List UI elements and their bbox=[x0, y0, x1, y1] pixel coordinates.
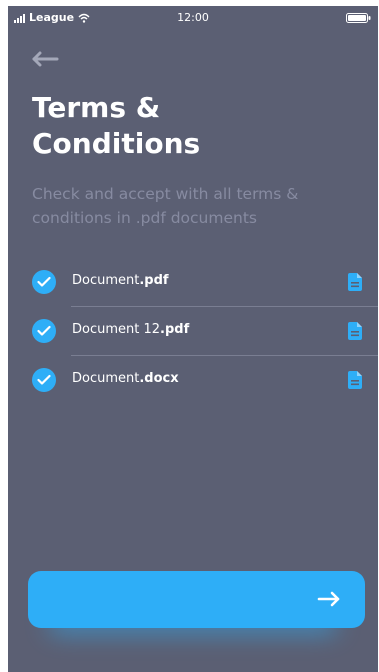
document-extension: .pdf bbox=[160, 322, 190, 337]
document-name: Document.docx bbox=[72, 371, 179, 386]
phone-screen: League 12:00 Terms & Conditions Check an… bbox=[8, 6, 378, 672]
check-icon[interactable] bbox=[32, 270, 56, 294]
arrow-right-icon bbox=[317, 591, 340, 607]
file-icon[interactable] bbox=[348, 273, 362, 291]
check-icon[interactable] bbox=[32, 319, 56, 343]
page-subtitle: Check and accept with all terms & condit… bbox=[32, 185, 299, 227]
document-extension: .pdf bbox=[139, 273, 169, 288]
arrow-left-icon bbox=[32, 51, 59, 67]
document-item[interactable]: Document 12.pdf bbox=[8, 307, 378, 356]
document-name: Document 12.pdf bbox=[72, 322, 189, 337]
status-bar: League 12:00 bbox=[8, 6, 378, 32]
document-basename: Document 12 bbox=[72, 322, 161, 337]
file-icon[interactable] bbox=[348, 322, 362, 340]
document-basename: Document bbox=[72, 371, 140, 386]
check-icon[interactable] bbox=[32, 368, 56, 392]
file-icon[interactable] bbox=[348, 371, 362, 389]
document-item[interactable]: Document.docx bbox=[8, 356, 378, 405]
document-list: Document.pdf Document 12.pdf Document.do… bbox=[8, 258, 378, 405]
page-title: Terms & Conditions bbox=[32, 91, 201, 160]
document-extension: .docx bbox=[139, 371, 179, 386]
document-name: Document.pdf bbox=[72, 273, 169, 288]
next-button[interactable] bbox=[28, 571, 365, 628]
back-button[interactable] bbox=[30, 50, 60, 68]
document-basename: Document bbox=[72, 273, 140, 288]
document-item[interactable]: Document.pdf bbox=[8, 258, 378, 307]
status-time: 12:00 bbox=[177, 11, 209, 24]
battery-icon bbox=[346, 13, 371, 23]
